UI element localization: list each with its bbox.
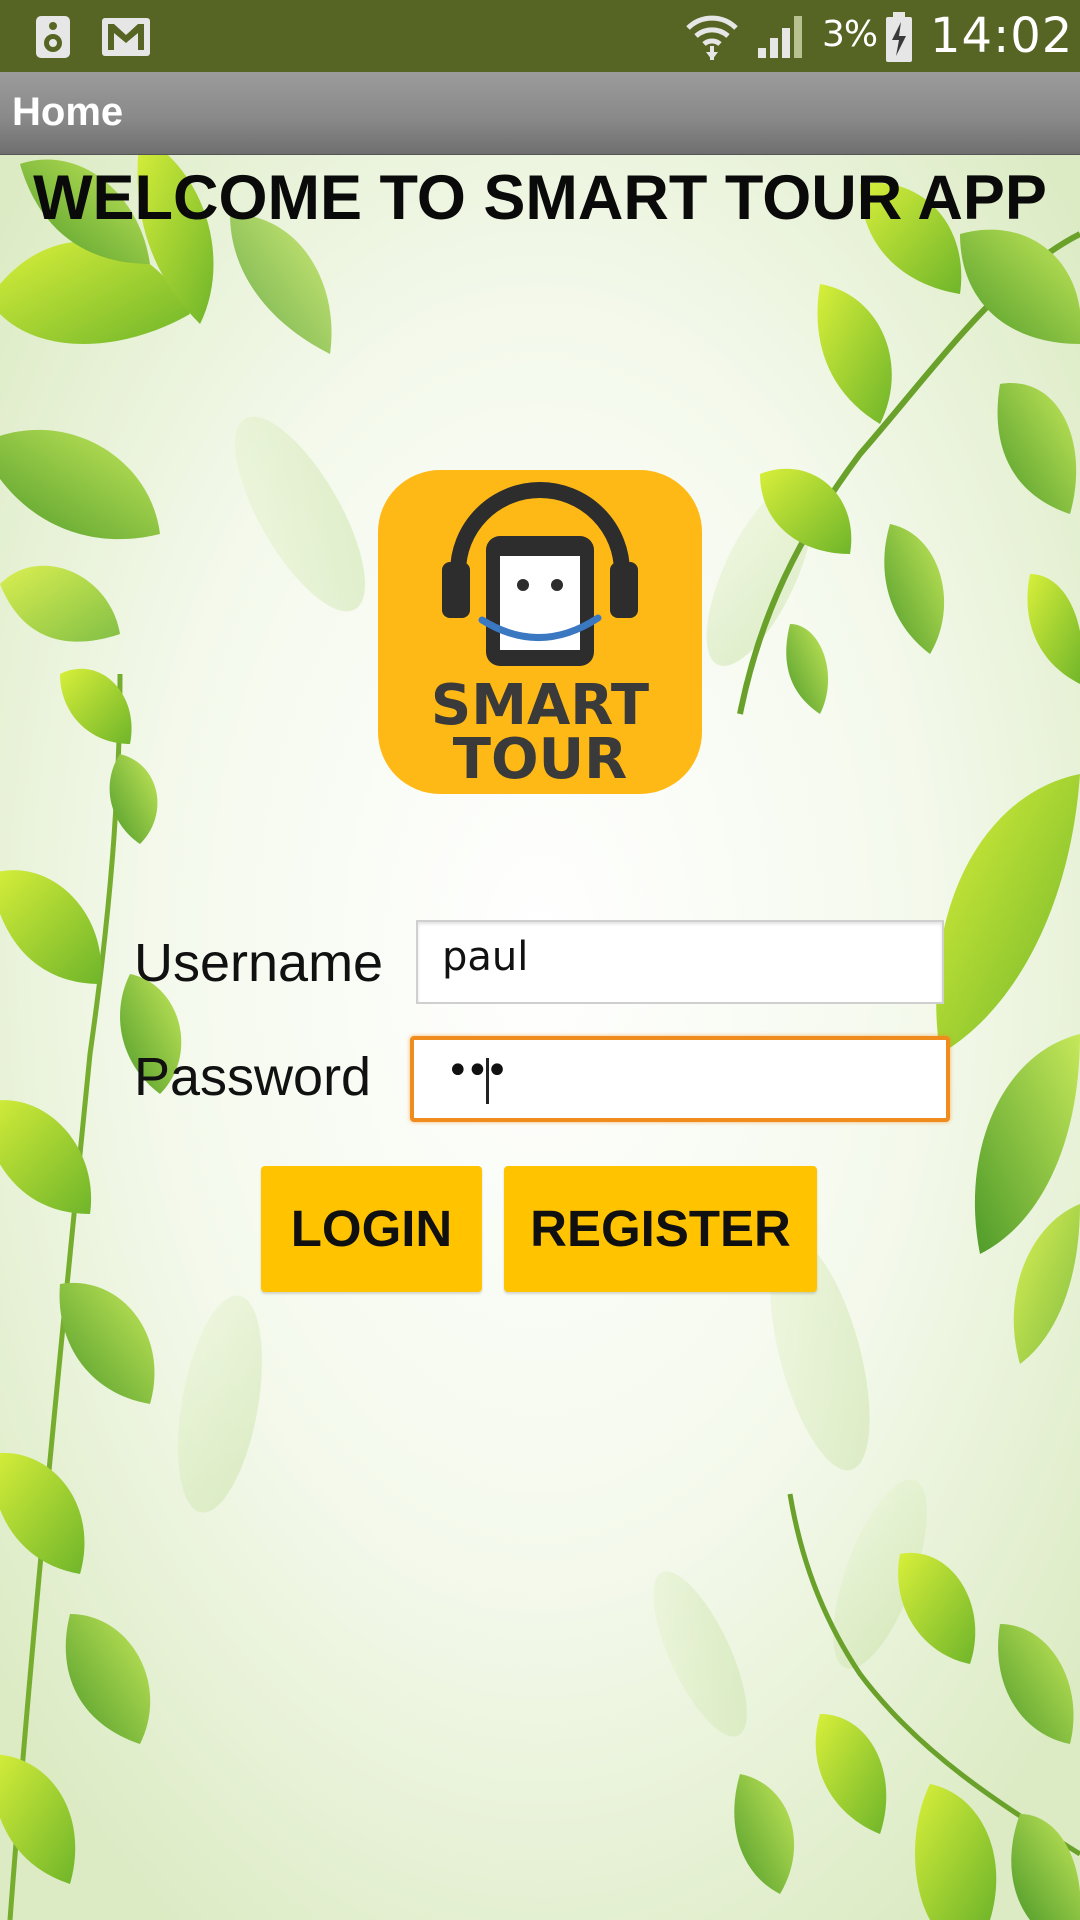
password-masked-value: ••• [446, 1048, 509, 1094]
register-button[interactable]: REGISTER [504, 1166, 817, 1292]
signal-icon [758, 16, 802, 58]
username-input[interactable]: paul [416, 920, 944, 1004]
action-bar: Home [0, 72, 1080, 155]
gmail-icon [102, 18, 150, 56]
username-value: paul [442, 934, 529, 980]
password-label: Password [134, 1047, 372, 1107]
battery-percent: 3% [822, 14, 878, 55]
action-bar-title: Home [12, 90, 124, 134]
status-bar: 3% 14:02 [0, 0, 1080, 72]
password-input[interactable]: ••• [410, 1036, 950, 1122]
login-screen: 3% 14:02 Home WELCOME TO SMART TOUR APP … [0, 0, 1080, 1920]
battery-charging-icon [886, 12, 912, 62]
text-cursor [486, 1058, 489, 1104]
welcome-title: WELCOME TO SMART TOUR APP [33, 163, 1047, 233]
login-button[interactable]: LOGIN [261, 1166, 482, 1292]
smart-tour-logo: SMART TOUR [378, 470, 702, 794]
wifi-icon [686, 15, 738, 60]
clock: 14:02 [930, 8, 1074, 64]
speaker-notification-icon [36, 16, 70, 58]
logo-text-tour: TOUR [453, 727, 627, 792]
username-label: Username [134, 933, 384, 993]
